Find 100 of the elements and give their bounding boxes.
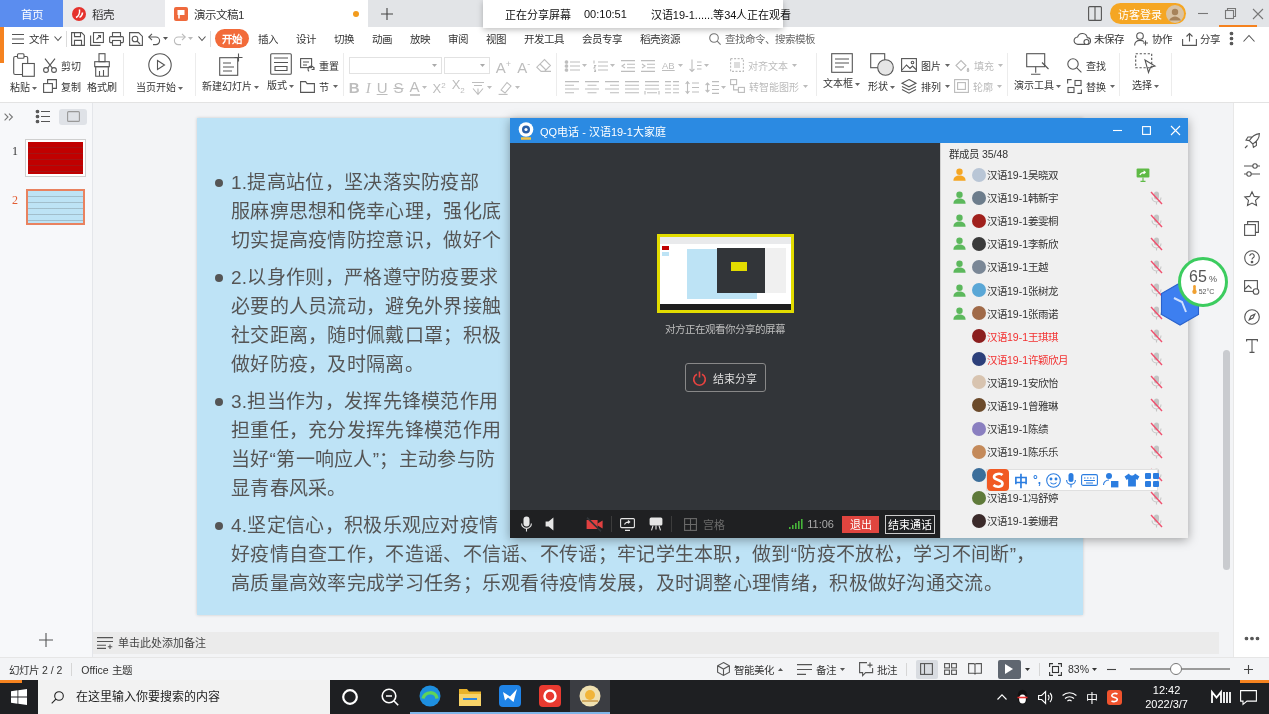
restore-icon[interactable] [1225, 8, 1236, 19]
menu-tab[interactable]: 审阅 [439, 29, 477, 48]
print-icon[interactable] [109, 31, 124, 46]
image-settings-icon[interactable] [1243, 280, 1260, 295]
search-field[interactable]: 查找命令、搜索模板 [725, 32, 825, 45]
zoom-in-icon[interactable] [1244, 664, 1253, 674]
easel-icon[interactable] [649, 517, 663, 531]
menu-tab[interactable]: 会员专享 [573, 29, 631, 48]
speaker-icon[interactable] [545, 517, 554, 531]
camera-off-icon[interactable] [586, 516, 603, 532]
penguin-icon[interactable] [1016, 689, 1030, 705]
keyboard-icon[interactable] [1081, 474, 1099, 486]
input-method-logo-icon[interactable] [987, 469, 1009, 491]
collaborate-button[interactable]: 协作 [1134, 31, 1172, 46]
clock[interactable]: 12:42 2022/3/7 [1145, 683, 1188, 711]
input-method-icon[interactable] [1107, 689, 1123, 705]
find-button[interactable]: 查找 [1067, 56, 1115, 74]
logo-icon[interactable] [1211, 690, 1231, 704]
notes-field[interactable]: 单击此处添加备注 [93, 632, 1219, 654]
member-name[interactable]: 汉语19-1王琪琪 [987, 328, 1150, 344]
screen-share-icon[interactable] [620, 517, 635, 531]
member-name[interactable]: 汉语19-1吴晓双 [987, 167, 1136, 183]
maximize-icon[interactable] [1142, 126, 1151, 135]
member-name[interactable]: 汉语19-1李新欣 [987, 236, 1150, 252]
presentation-tool-button[interactable]: 演示工具 [1012, 53, 1063, 93]
menu-tab[interactable]: 设计 [287, 29, 325, 48]
menu-tab[interactable]: 插入 [249, 29, 287, 48]
member-name[interactable]: 汉语19-1韩新宇 [987, 190, 1150, 206]
file-menu-button[interactable]: 文件 [12, 31, 62, 46]
view-button[interactable] [916, 659, 938, 679]
microphone-icon[interactable] [521, 516, 532, 532]
input-mode-button[interactable]: 中 [1014, 470, 1028, 490]
member-name[interactable]: 汉语19-1王越 [987, 259, 1150, 275]
member-name[interactable]: 汉语19-1许颖欣月 [987, 351, 1150, 367]
replace-button[interactable]: 替换 [1067, 77, 1115, 95]
member-name[interactable]: 汉语19-1姜姗君 [987, 513, 1150, 529]
save-status-button[interactable]: 未保存 [1074, 31, 1124, 46]
menu-tab[interactable]: 切换 [325, 29, 363, 48]
tab[interactable]: 演示文稿1 [165, 0, 368, 27]
member-name[interactable]: 汉语19-1陈绩 [987, 421, 1150, 437]
more-icon[interactable] [1244, 637, 1259, 640]
more-icon[interactable] [1230, 32, 1233, 45]
arrange-button[interactable]: 排列 [901, 77, 950, 95]
menu-tab[interactable]: 开发工具 [515, 29, 573, 48]
expand-panel-icon[interactable] [4, 112, 13, 121]
chevron-down-icon[interactable] [198, 36, 206, 41]
member-name[interactable]: 汉语19-1冯舒婷 [987, 490, 1150, 506]
share-button[interactable]: 分享 [1182, 31, 1220, 46]
paste-button[interactable]: 粘贴 [8, 53, 39, 95]
help-icon[interactable] [1243, 250, 1260, 266]
user-card-icon[interactable] [1103, 472, 1120, 488]
member-name[interactable]: 汉语19-1姜雯桐 [987, 213, 1150, 229]
zoom-level-button[interactable]: 83% [1068, 663, 1097, 675]
shapes-button[interactable]: 形状 [866, 53, 897, 94]
menu-tab[interactable]: 动画 [363, 29, 401, 48]
text-box-button[interactable]: 文本框 [821, 53, 862, 91]
add-slide-icon[interactable] [39, 633, 53, 647]
fit-window-icon[interactable] [1049, 662, 1062, 676]
undo-button[interactable] [148, 32, 168, 45]
text-tool-icon[interactable] [1245, 339, 1258, 353]
comments-button[interactable]: 批注 [859, 661, 897, 677]
taskbar-app-button[interactable] [570, 680, 610, 714]
member-name[interactable]: 汉语19-1陈乐乐 [987, 444, 1150, 460]
exit-call-button[interactable]: 退出 [842, 515, 879, 533]
section-button[interactable]: 节 [300, 77, 339, 95]
slide-thumbnail[interactable] [26, 189, 85, 225]
punctuation-button[interactable]: °, [1033, 473, 1042, 487]
sliders-icon[interactable] [1243, 163, 1260, 177]
ring-icon[interactable] [342, 689, 358, 705]
magnifier-icon[interactable] [381, 688, 399, 706]
member-name[interactable]: 汉语19-1曾雅琳 [987, 398, 1150, 413]
notification-icon[interactable] [1240, 689, 1257, 705]
stop-sharing-button[interactable]: 结束分享 [684, 363, 766, 392]
shirt-icon[interactable] [1124, 473, 1141, 487]
start-icon[interactable] [11, 689, 27, 705]
format-brush-button[interactable]: 格式刷 [85, 53, 119, 95]
reset-button[interactable]: 重置 [300, 56, 339, 74]
plus-icon[interactable] [381, 7, 393, 20]
compass-icon[interactable] [1243, 309, 1260, 325]
member-name[interactable]: 汉语19-1安欣怡 [987, 374, 1150, 390]
network-icon[interactable] [1062, 690, 1078, 704]
rocket-icon[interactable] [1243, 133, 1260, 149]
split-view-icon[interactable] [1088, 6, 1102, 21]
scrollbar[interactable] [1223, 350, 1230, 570]
new-slide-button[interactable]: 新建幻灯片 [200, 53, 261, 94]
tab[interactable]: 稻壳 [63, 0, 165, 27]
start-slideshow-button[interactable]: 当页开始 [134, 53, 185, 95]
beautify-button[interactable]: 智能美化 [717, 661, 783, 677]
slideshow-button[interactable] [998, 659, 1021, 679]
speaker-icon[interactable] [1038, 690, 1054, 704]
emoji-icon[interactable] [1046, 472, 1062, 488]
export-icon[interactable] [90, 31, 104, 46]
cut-button[interactable]: 剪切 [43, 56, 81, 74]
close-icon[interactable] [1253, 8, 1263, 19]
input-language-button[interactable]: 中 [1086, 688, 1099, 706]
select-button[interactable]: 选择 [1130, 53, 1161, 93]
copy-button[interactable]: 复制 [43, 77, 81, 95]
slider-thumb[interactable] [1170, 663, 1182, 675]
member-name[interactable]: 汉语19-1张雨诺 [987, 305, 1150, 321]
notes-button[interactable]: 备注 [797, 661, 845, 677]
